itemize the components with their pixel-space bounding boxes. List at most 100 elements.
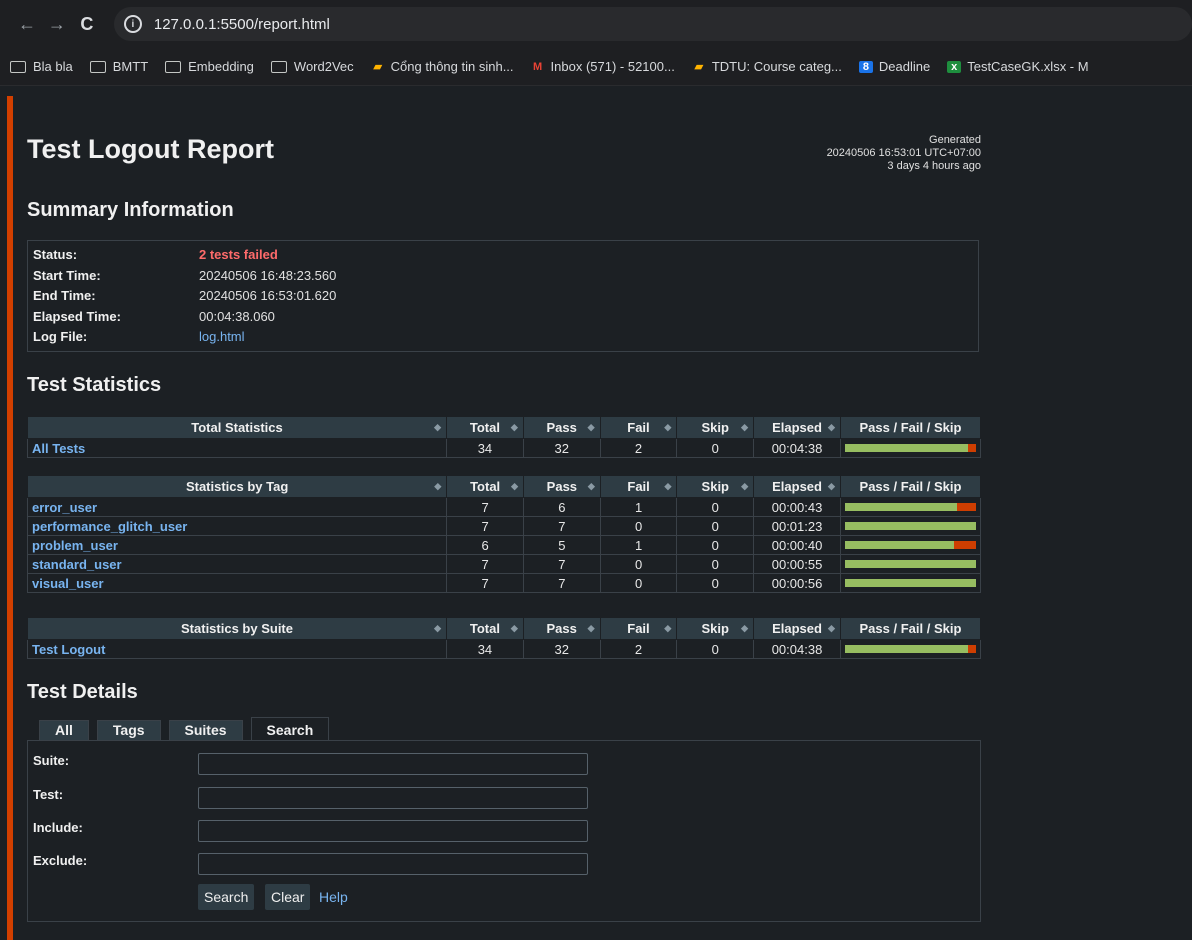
column-header-label: Fail: [627, 420, 650, 435]
tab-suites[interactable]: Suites: [168, 720, 243, 740]
reload-icon[interactable]: C: [72, 14, 102, 35]
tab-search[interactable]: Search: [250, 717, 330, 740]
stat-name-link[interactable]: error_user: [26, 497, 448, 517]
summary-label: Status:: [33, 247, 78, 262]
bookmark-label: TDTU: Course categ...: [711, 59, 842, 74]
column-header-name[interactable]: Statistics by Suite ◆: [26, 617, 448, 640]
column-header-name[interactable]: Total Statistics ◆: [26, 416, 448, 439]
statistics-heading: Test Statistics: [27, 374, 162, 396]
column-header-graph: Pass / Fail / Skip: [839, 617, 982, 640]
graph-segment-pass: [844, 503, 958, 511]
column-header-label: Fail: [627, 621, 650, 636]
column-header-label: Pass: [546, 420, 577, 435]
test-input[interactable]: [198, 787, 588, 809]
page-title: Test Logout Report: [27, 134, 274, 164]
graph-bar: [844, 579, 976, 587]
search-field-label: Suite:: [33, 753, 70, 768]
column-header-skip[interactable]: Skip ◆: [676, 617, 755, 640]
address-bar[interactable]: i 127.0.0.1:5500/report.html: [113, 7, 1192, 41]
info-icon[interactable]: i: [123, 15, 142, 33]
sort-icon[interactable]: ◆: [828, 623, 835, 634]
back-arrow-icon[interactable]: ←: [12, 14, 42, 35]
column-header-fail[interactable]: Fail ◆: [599, 416, 678, 439]
bookmark-label: Bla bla: [33, 59, 73, 74]
tab-tags[interactable]: Tags: [96, 720, 161, 740]
sort-icon[interactable]: ◆: [664, 422, 671, 433]
column-header-graph: Pass / Fail / Skip: [839, 416, 982, 439]
bookmark-item[interactable]: Bla bla: [10, 59, 73, 74]
sort-icon[interactable]: ◆: [665, 481, 672, 492]
bookmark-item[interactable]: ▰ TDTU: Course categ...: [692, 59, 842, 74]
sort-icon[interactable]: ◆: [741, 481, 748, 492]
sort-icon[interactable]: ◆: [828, 422, 835, 433]
summary-label: End Time:: [33, 288, 96, 303]
column-header-skip[interactable]: Skip ◆: [676, 475, 755, 498]
pass-fail-skip-graph: [839, 639, 982, 659]
summary-value[interactable]: log.html: [199, 327, 245, 348]
total-statistics-table: Total Statistics ◆ Total ◆ Pass ◆ Fail ◆ Skip ◆ El…: [26, 416, 982, 458]
cell-elapsed: 00:00:55: [753, 554, 841, 574]
search-button[interactable]: Search: [198, 884, 255, 910]
summary-label: Start Time:: [33, 267, 101, 283]
sort-icon[interactable]: ◆: [511, 481, 518, 492]
sort-icon[interactable]: ◆: [588, 623, 595, 634]
bookmark-item[interactable]: x TestCaseGK.xlsx - M: [947, 59, 1089, 74]
details-tabs: All Tags Suites Search: [39, 717, 337, 740]
column-header-label: Elapsed: [772, 621, 822, 636]
site-favicon-icon: ▰: [694, 61, 704, 73]
folder-icon: [89, 60, 106, 73]
graph-segment-pass: [844, 645, 969, 653]
sort-icon[interactable]: ◆: [741, 623, 748, 634]
suite-input[interactable]: [198, 753, 588, 775]
column-header-pass[interactable]: Pass ◆: [523, 475, 601, 498]
graph-segment-pass: [844, 541, 955, 549]
sort-icon[interactable]: ◆: [828, 481, 835, 492]
exclude-input[interactable]: [198, 853, 588, 875]
stat-name-link[interactable]: problem_user: [26, 535, 448, 555]
url-text[interactable]: 127.0.0.1:5500/report.html: [154, 16, 330, 33]
column-header-total[interactable]: Total ◆: [446, 416, 524, 439]
summary-value: 2 tests failed: [199, 247, 278, 262]
include-input[interactable]: [198, 820, 588, 842]
clear-button[interactable]: Clear: [265, 884, 311, 910]
column-header-label: Pass / Fail / Skip: [859, 420, 962, 435]
stat-name-link[interactable]: performance_glitch_user: [26, 516, 448, 536]
column-header-pass[interactable]: Pass ◆: [522, 617, 601, 640]
column-header-name[interactable]: Statistics by Tag ◆: [26, 475, 448, 498]
stat-name-link[interactable]: visual_user: [26, 573, 448, 593]
cell-elapsed: 00:00:56: [753, 573, 841, 593]
sort-icon[interactable]: ◆: [434, 481, 441, 492]
sort-icon[interactable]: ◆: [664, 623, 671, 634]
forward-arrow-icon[interactable]: →: [42, 14, 72, 35]
sort-icon[interactable]: ◆: [741, 422, 748, 433]
sort-icon[interactable]: ◆: [434, 422, 441, 433]
column-header-total[interactable]: Total ◆: [446, 617, 524, 640]
tab-all[interactable]: All: [39, 720, 89, 740]
column-header-elapsed[interactable]: Elapsed ◆: [753, 475, 841, 498]
bookmark-label: Word2Vec: [293, 59, 354, 74]
column-header-skip[interactable]: Skip ◆: [676, 416, 755, 439]
column-header-elapsed[interactable]: Elapsed ◆: [753, 416, 841, 439]
bookmark-item[interactable]: 8 Deadline: [858, 59, 930, 74]
sort-icon[interactable]: ◆: [588, 481, 595, 492]
stat-name-link[interactable]: standard_user: [26, 554, 448, 574]
bookmark-item[interactable]: M Inbox (571) - 52100...: [531, 59, 675, 74]
stat-name-link[interactable]: All Tests: [26, 438, 448, 458]
help-link[interactable]: Help: [319, 884, 348, 910]
sort-icon[interactable]: ◆: [511, 623, 518, 634]
bookmark-item[interactable]: Word2Vec: [270, 59, 354, 74]
column-header-elapsed[interactable]: Elapsed ◆: [753, 617, 841, 640]
stat-name-link[interactable]: Test Logout: [26, 639, 448, 659]
column-header-fail[interactable]: Fail ◆: [599, 617, 678, 640]
bookmark-item[interactable]: BMTT: [89, 59, 148, 74]
sort-icon[interactable]: ◆: [588, 422, 595, 433]
column-header-total[interactable]: Total ◆: [446, 475, 524, 498]
column-header-fail[interactable]: Fail ◆: [599, 475, 678, 498]
bookmark-item[interactable]: ▰ Cổng thông tin sinh...: [371, 59, 513, 74]
generated-info: Generated 20240506 16:53:01 UTC+07:00 3 …: [827, 134, 981, 173]
column-header-pass[interactable]: Pass ◆: [522, 416, 601, 439]
sort-icon[interactable]: ◆: [434, 623, 441, 634]
bookmark-item[interactable]: Embedding: [165, 59, 254, 74]
bookmark-label: Inbox (571) - 52100...: [550, 59, 675, 74]
sort-icon[interactable]: ◆: [511, 422, 518, 433]
